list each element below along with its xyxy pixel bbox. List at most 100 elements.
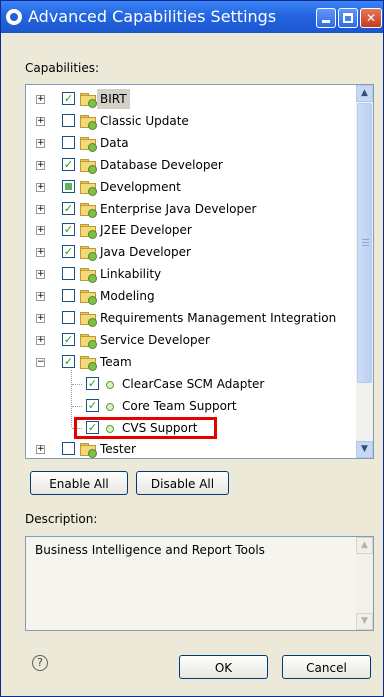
description-scroll-down-button[interactable]: ▼ <box>356 613 373 630</box>
category-folder-icon <box>80 180 97 196</box>
tree-item-service-developer[interactable]: + ✓ Service Developer <box>26 330 356 350</box>
tree-item-label: Modeling <box>100 289 155 304</box>
tree-item-label: Development <box>100 179 181 194</box>
tree-item-label: Data <box>100 135 129 150</box>
expand-icon[interactable]: + <box>36 445 45 455</box>
ok-button[interactable]: OK <box>179 655 268 679</box>
category-folder-icon <box>80 93 97 108</box>
category-folder-icon <box>80 333 97 349</box>
tree-item-j2ee-developer[interactable]: + ✓ J2EE Developer <box>26 220 356 240</box>
expand-icon[interactable]: + <box>36 314 45 323</box>
close-button[interactable]: ✕ <box>360 8 382 28</box>
description-scroll-up-button[interactable]: ▲ <box>356 537 373 554</box>
tree-item-label: Enterprise Java Developer <box>100 201 257 216</box>
tree-item-label: Database Developer <box>100 157 223 172</box>
category-folder-icon <box>80 312 97 327</box>
collapse-icon[interactable]: − <box>36 357 45 367</box>
checkbox[interactable] <box>62 267 75 281</box>
checkbox[interactable]: ✓ <box>86 398 99 412</box>
disable-all-button[interactable]: Disable All <box>136 471 229 495</box>
checkbox[interactable]: ✓ <box>62 354 75 368</box>
tree-item-modeling[interactable]: + Modeling <box>26 286 356 306</box>
advanced-capabilities-dialog: Advanced Capabilities Settings ✕ Capabil… <box>0 0 384 697</box>
expand-icon[interactable]: + <box>36 226 45 236</box>
expand-icon[interactable]: + <box>36 204 45 214</box>
tree-item-enterprise-java-developer[interactable]: + ✓ Enterprise Java Developer <box>26 199 356 219</box>
tree-item-database-developer[interactable]: + ✓ Database Developer <box>26 155 356 175</box>
help-icon[interactable]: ? <box>32 655 48 671</box>
enable-all-button[interactable]: Enable All <box>30 471 128 495</box>
checkbox[interactable] <box>62 289 75 303</box>
description-label: Description: <box>25 512 98 526</box>
checkbox[interactable] <box>62 311 75 324</box>
tree-item-core-team-support[interactable]: ✓ Core Team Support <box>26 396 356 416</box>
tree-item-label: ClearCase SCM Adapter <box>122 376 265 391</box>
tree-item-label: Requirements Management Integration <box>100 311 337 325</box>
expand-icon[interactable]: + <box>36 292 45 302</box>
tree-connector <box>72 405 82 408</box>
checkbox[interactable]: ✓ <box>62 332 75 346</box>
checkbox[interactable]: ✓ <box>62 201 75 215</box>
description-text: Business Intelligence and Report Tools <box>35 543 265 557</box>
category-folder-icon <box>80 355 97 371</box>
category-folder-icon <box>80 246 97 262</box>
tree-item-data[interactable]: + Data <box>26 133 356 153</box>
description-scrollbar[interactable]: ▲ ▼ <box>356 537 373 630</box>
expand-icon[interactable]: + <box>36 270 45 280</box>
scroll-thumb[interactable] <box>357 103 372 383</box>
expand-icon[interactable]: + <box>36 182 45 192</box>
tree-vertical-scrollbar[interactable]: ▲ ▼ <box>356 85 373 458</box>
checkbox[interactable] <box>62 135 75 149</box>
expand-icon[interactable]: + <box>36 160 45 170</box>
category-folder-icon <box>80 114 97 130</box>
capability-bullet-icon <box>106 380 114 389</box>
tree-item-label: Team <box>100 354 132 369</box>
checkbox[interactable]: ✓ <box>62 157 75 171</box>
checkbox[interactable]: ✓ <box>86 376 99 390</box>
description-box: Business Intelligence and Report Tools ▲… <box>25 536 374 631</box>
scroll-up-button[interactable]: ▲ <box>356 85 373 102</box>
capabilities-tree[interactable]: + ✓ BIRT + Classic Update + Data + ✓ Database Dev… <box>25 84 374 459</box>
category-folder-icon <box>80 158 97 174</box>
maximize-button[interactable] <box>338 8 358 28</box>
window-title: Advanced Capabilities Settings <box>28 7 277 26</box>
category-folder-icon <box>80 268 97 284</box>
scroll-down-button[interactable]: ▼ <box>356 441 373 458</box>
tree-item-development[interactable]: + Development <box>26 177 356 197</box>
category-folder-icon <box>80 202 97 218</box>
expand-icon[interactable]: + <box>36 95 45 104</box>
checkbox[interactable] <box>62 442 75 456</box>
tree-item-label: Service Developer <box>100 332 210 347</box>
tree-item-java-developer[interactable]: + ✓ Java Developer <box>26 242 356 262</box>
expand-icon[interactable]: + <box>36 335 45 345</box>
tree-connector <box>71 369 73 428</box>
tree-item-birt[interactable]: + ✓ BIRT <box>26 89 356 109</box>
capabilities-label: Capabilities: <box>25 61 100 75</box>
cancel-button[interactable]: Cancel <box>282 655 371 679</box>
checkbox[interactable] <box>62 113 75 127</box>
title-bar[interactable]: Advanced Capabilities Settings ✕ <box>1 1 383 33</box>
tree-item-label: Linkability <box>100 267 162 282</box>
tree-item-clearcase-scm-adapter[interactable]: ✓ ClearCase SCM Adapter <box>26 374 356 394</box>
tree-item-label: Classic Update <box>100 113 189 128</box>
expand-icon[interactable]: + <box>36 138 45 148</box>
app-icon <box>6 9 22 25</box>
checkbox[interactable]: ✓ <box>62 92 75 105</box>
tree-item-label: Tester <box>100 442 136 457</box>
thumb-grip <box>362 242 369 243</box>
tree-item-linkability[interactable]: + Linkability <box>26 264 356 284</box>
maximize-icon <box>343 13 353 23</box>
thumb-grip <box>362 245 369 246</box>
minimize-button[interactable] <box>316 8 336 28</box>
tree-item-team[interactable]: − ✓ Team <box>26 352 356 372</box>
expand-icon[interactable]: + <box>36 116 45 126</box>
tree-item-classic-update[interactable]: + Classic Update <box>26 111 356 131</box>
tree-item-requirements-management-integration[interactable]: + Requirements Management Integration <box>26 308 356 328</box>
tree-item-label: J2EE Developer <box>100 223 192 238</box>
checkbox[interactable]: ✓ <box>62 223 75 237</box>
capability-bullet-icon <box>106 402 114 411</box>
checkbox[interactable]: ✓ <box>62 245 75 259</box>
checkbox[interactable] <box>62 179 75 193</box>
tree-item-tester[interactable]: + Tester <box>26 439 356 458</box>
expand-icon[interactable]: + <box>36 248 45 258</box>
